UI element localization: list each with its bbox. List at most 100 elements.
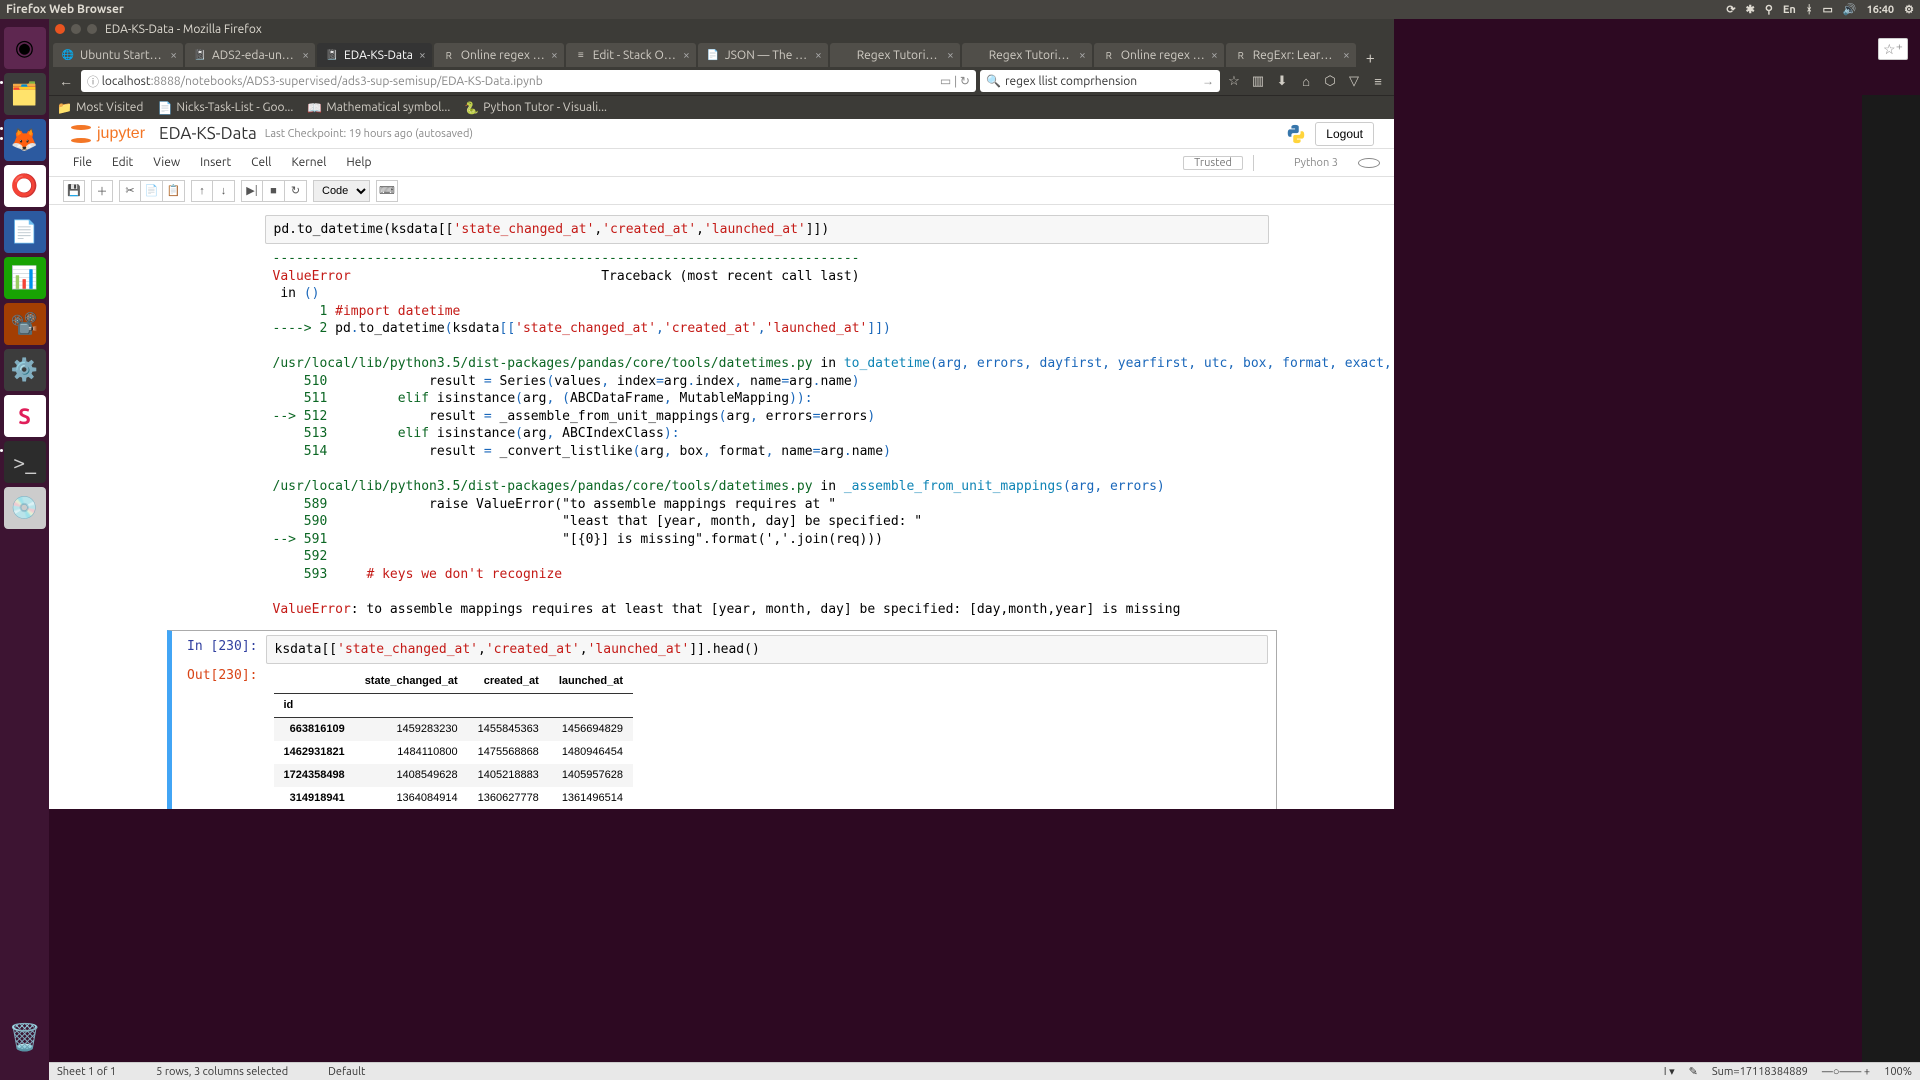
close-tab-icon[interactable]: × [809,49,822,62]
wifi-icon[interactable]: ⚲ [1765,3,1773,16]
impress-icon[interactable]: 📽️ [4,303,46,345]
volume-icon[interactable]: 🔊 [1843,3,1857,16]
stop-button[interactable]: ■ [263,180,285,202]
menu-item[interactable]: Help [336,156,381,169]
notebook-area[interactable]: pd.to_datetime(ksdata[['state_changed_at… [49,205,1394,809]
bookmark-item[interactable]: 🐍Python Tutor - Visuali... [464,101,607,115]
move-down-button[interactable]: ↓ [213,180,235,202]
disk-icon[interactable]: 💿 [4,487,46,529]
code-input[interactable]: pd.to_datetime(ksdata[['state_changed_at… [265,215,1269,244]
browser-tab[interactable]: ROnline regex tes× [1094,43,1224,67]
browser-tabs: 🌐Ubuntu Start Page×📓ADS2-eda-unsup×📓EDA-… [49,39,1394,67]
trash-icon[interactable]: 🗑️ [4,1016,46,1058]
zoom-slider[interactable]: —○—— + [1822,1066,1870,1078]
downloads-icon[interactable]: ⬇ [1272,71,1292,91]
restart-button[interactable]: ↻ [285,180,307,202]
bookmark-star-button[interactable]: ☆⁺ [1878,38,1908,60]
close-tab-icon[interactable]: × [1205,49,1218,62]
battery-icon[interactable]: ▭ [1822,3,1832,16]
code-input[interactable]: ksdata[['state_changed_at','created_at',… [266,635,1268,664]
close-tab-icon[interactable]: × [296,49,309,62]
add-cell-button[interactable]: ＋ [91,180,113,202]
zoom-level[interactable]: 100% [1884,1066,1912,1078]
back-button[interactable]: ← [55,70,77,92]
terminal-icon[interactable]: >_ [4,441,46,483]
browser-tab[interactable]: ROnline regex tes× [434,43,564,67]
jupyter-logo[interactable]: jupyter [69,122,145,146]
code-cell[interactable]: pd.to_datetime(ksdata[['state_changed_at… [167,211,1277,628]
calc-icon[interactable]: 📊 [4,257,46,299]
run-button[interactable]: ▶| [241,180,263,202]
browser-tab[interactable]: 📓EDA-KS-Data× [317,43,432,67]
menu-item[interactable]: View [143,156,190,169]
chrome-icon[interactable]: ⭕ [4,165,46,207]
home-icon[interactable]: ⌂ [1296,71,1316,91]
menu-item[interactable]: Insert [190,156,241,169]
minimize-icon[interactable] [71,24,81,34]
clock[interactable]: 16:40 [1867,4,1895,16]
copy-button[interactable]: 📄 [141,180,163,202]
save-button[interactable]: 💾 [63,180,85,202]
close-tab-icon[interactable]: × [413,49,426,62]
cell-type-select[interactable]: Code [313,180,370,202]
browser-tab[interactable]: 📄JSON — The Hitc× [698,43,828,67]
browser-tab[interactable]: RRegExr: Learn, B× [1226,43,1356,67]
new-tab-button[interactable]: + [1358,49,1383,67]
trusted-indicator[interactable]: Trusted [1183,156,1243,170]
browser-tab[interactable]: 🌐Ubuntu Start Page× [53,43,183,67]
writer-icon[interactable]: 📄 [4,211,46,253]
search-box[interactable]: 🔍 regex llist comprhension → [980,70,1220,92]
search-icon: 🔍 [986,74,1001,88]
tab-icon: R [442,48,456,62]
dash-icon[interactable]: ◉ [4,27,46,69]
library-icon[interactable]: ▥ [1248,71,1268,91]
unity-launcher: ◉ 🗂️ 🦊 ⭕ 📄 📊 📽️ ⚙️ S >_ 💿 [0,19,49,1080]
paste-button[interactable]: 📋 [163,180,185,202]
bluetooth-icon[interactable]: ᚼ [1806,4,1813,16]
star-icon[interactable]: ☆ [1224,71,1244,91]
close-tab-icon[interactable]: × [1337,49,1350,62]
tab-icon: R [1234,48,1248,62]
close-icon[interactable] [55,24,65,34]
cut-button[interactable]: ✂ [119,180,141,202]
lang-indicator[interactable]: En [1783,4,1796,16]
notebook-title[interactable]: EDA-KS-Data [159,124,257,143]
menu-icon[interactable]: ≡ [1368,71,1388,91]
dataframe-table: state_changed_atcreated_atlaunched_atid6… [274,670,634,809]
slack-icon[interactable]: S [4,395,46,437]
close-tab-icon[interactable]: × [1073,49,1086,62]
menu-item[interactable]: Kernel [281,156,336,169]
browser-tab[interactable]: Regex Tutorial - Rep× [962,43,1092,67]
firefox-icon[interactable]: 🦊 [4,119,46,161]
bookmark-item[interactable]: 📖Mathematical symbol... [307,101,450,115]
browser-toolbar: ← ⓘ localhost:8888/notebooks/ADS3-superv… [49,67,1394,95]
menu-item[interactable]: File [63,156,102,169]
code-cell[interactable]: In [230]: ksdata[['state_changed_at','cr… [167,630,1277,809]
close-tab-icon[interactable]: × [164,49,177,62]
pocket-icon[interactable]: ▽ [1344,71,1364,91]
bookmark-item[interactable]: 📁Most Visited [57,101,143,115]
command-palette-button[interactable]: ⌨ [376,180,398,202]
close-tab-icon[interactable]: × [941,49,954,62]
files-icon[interactable]: 🗂️ [4,73,46,115]
browser-tab[interactable]: 📓ADS2-eda-unsup× [185,43,315,67]
shield-icon[interactable]: ⬡ [1320,71,1340,91]
tray-icon[interactable]: ⟳ [1726,3,1735,16]
move-up-button[interactable]: ↑ [191,180,213,202]
menu-item[interactable]: Edit [102,156,143,169]
tray-icon[interactable]: ✱ [1746,3,1755,16]
kernel-status-icon [1358,158,1380,168]
logout-button[interactable]: Logout [1315,122,1374,146]
gear-icon[interactable]: ⚙ [1904,3,1914,16]
settings-icon[interactable]: ⚙️ [4,349,46,391]
browser-tab[interactable]: Regex Tutorial - Par× [830,43,960,67]
close-tab-icon[interactable]: × [677,49,690,62]
close-tab-icon[interactable]: × [545,49,558,62]
url-bar[interactable]: ⓘ localhost:8888/notebooks/ADS3-supervis… [81,70,976,92]
browser-tab[interactable]: ≡Edit - Stack Over× [566,43,696,67]
bookmark-item[interactable]: 📄Nicks-Task-List - Goo... [157,101,293,115]
kernel-name[interactable]: Python 3 [1284,157,1348,169]
menu-item[interactable]: Cell [241,156,281,169]
maximize-icon[interactable] [87,24,97,34]
tab-icon: 📓 [325,48,339,62]
